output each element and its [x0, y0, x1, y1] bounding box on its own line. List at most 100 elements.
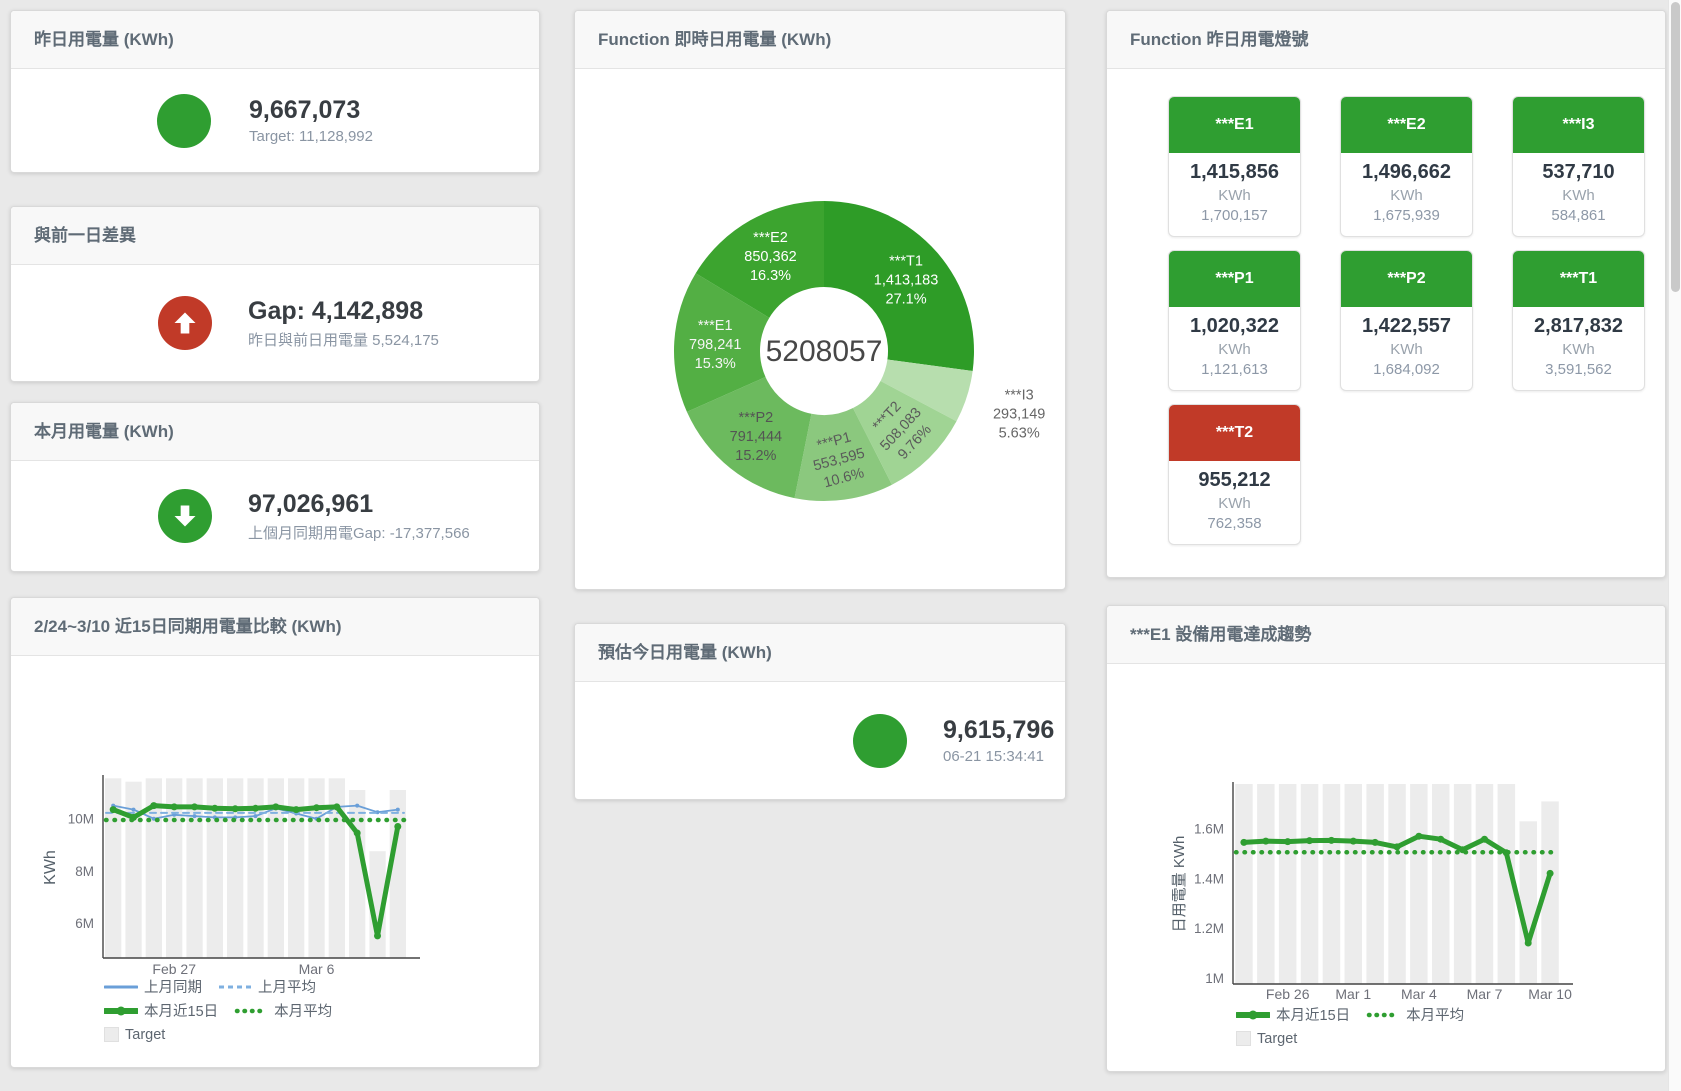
- target-bar: [1476, 784, 1494, 984]
- card-compare-chart: 2/24~3/10 近15日同期用電量比較 (KWh) 6M8M10MFeb 2…: [10, 597, 540, 1068]
- card-estimate-today: 預估今日用電量 (KWh) 9,615,796 06-21 15:34:41: [574, 623, 1066, 800]
- target-bar: [1279, 784, 1297, 984]
- data-point: [1372, 839, 1379, 846]
- tile-value: 1,422,557: [1341, 315, 1472, 338]
- tile-name: ***P2: [1341, 251, 1472, 307]
- vertical-scrollbar-track[interactable]: [1668, 0, 1681, 1091]
- tile-value: 1,496,662: [1341, 161, 1472, 184]
- y-tick-label: 1M: [1205, 971, 1224, 986]
- card-yesterday-title: 昨日用電量 (KWh): [11, 11, 539, 69]
- target-bar: [1345, 784, 1363, 984]
- lights-tile-grid: ***E11,415,856KWh1,700,157***E21,496,662…: [1168, 96, 1645, 545]
- tile-value: 1,020,322: [1169, 315, 1300, 338]
- data-point: [1284, 838, 1291, 845]
- card-yesterday-usage: 昨日用電量 (KWh) 9,667,073 Target: 11,128,992: [10, 10, 540, 173]
- red-status-circle: [158, 296, 212, 350]
- data-point: [354, 830, 361, 837]
- target-bar: [1520, 821, 1538, 984]
- data-point: [132, 808, 136, 812]
- tile-t2: ***T2955,212KWh762,358: [1168, 404, 1301, 545]
- x-tick-label: Feb 26: [1266, 986, 1310, 1002]
- data-point: [191, 803, 198, 810]
- tile-value: 2,817,832: [1513, 315, 1644, 338]
- target-bar: [1323, 784, 1341, 984]
- donut-center-total: 5208057: [766, 335, 883, 368]
- card-month-title: 本月用電量 (KWh): [11, 403, 539, 461]
- data-point: [211, 805, 218, 812]
- data-point: [150, 802, 157, 809]
- estimate-timestamp: 06-21 15:34:41: [943, 748, 1054, 765]
- target-bar: [227, 778, 243, 958]
- legend-item-[interactable]: 本月平均: [234, 1002, 332, 1019]
- legend-label: 上月同期: [144, 976, 202, 997]
- legend-label: Target: [1257, 1031, 1297, 1047]
- legend-label: 上月平均: [258, 976, 316, 997]
- arrow-down-icon: [171, 502, 199, 530]
- data-point: [110, 806, 117, 813]
- green-status-circle-down: [158, 489, 212, 543]
- data-point: [394, 823, 401, 830]
- tile-target: 1,675,939: [1341, 207, 1472, 224]
- legend-item-15[interactable]: 本月近15日: [1236, 1006, 1350, 1023]
- legend-item-[interactable]: 上月同期: [104, 978, 202, 995]
- tile-e2: ***E21,496,662KWh1,675,939: [1340, 96, 1473, 237]
- tile-target: 1,121,613: [1169, 361, 1300, 378]
- data-point: [1415, 833, 1422, 840]
- target-bar: [1410, 784, 1428, 984]
- legend-item-target[interactable]: Target: [104, 1026, 165, 1043]
- y-tick-label: 6M: [75, 916, 94, 931]
- tile-target: 1,700,157: [1169, 207, 1300, 224]
- data-point: [313, 804, 320, 811]
- legend-label: 本月平均: [274, 1000, 332, 1021]
- tile-unit: KWh: [1169, 341, 1300, 358]
- legend-item-[interactable]: 上月平均: [218, 978, 316, 995]
- x-tick-label: Feb 27: [152, 961, 196, 977]
- tile-unit: KWh: [1513, 187, 1644, 204]
- data-point: [254, 814, 258, 818]
- compare-legend: 上月同期 上月平均本月近15日 本月平均 Target: [104, 978, 424, 1050]
- tile-t1: ***T12,817,832KWh3,591,562: [1512, 250, 1645, 391]
- month-value: 97,026,961: [248, 490, 470, 519]
- data-point: [1547, 870, 1554, 877]
- target-bar: [1388, 784, 1406, 984]
- vertical-scrollbar-thumb[interactable]: [1671, 2, 1680, 292]
- gap-value: Gap: 4,142,898: [248, 297, 439, 326]
- month-gap-subtitle: 上個月同期用電Gap: -17,377,566: [248, 522, 470, 543]
- legend-item-15[interactable]: 本月近15日: [104, 1002, 218, 1019]
- data-point: [1481, 836, 1488, 843]
- legend-label: 本月近15日: [1276, 1004, 1350, 1025]
- data-point: [355, 804, 359, 808]
- x-tick-label: Mar 10: [1528, 986, 1572, 1002]
- tile-p2: ***P21,422,557KWh1,684,092: [1340, 250, 1473, 391]
- data-point: [171, 803, 178, 810]
- tile-i3: ***I3537,710KWh584,861: [1512, 96, 1645, 237]
- y-axis-title: 日用電量 KWh: [1171, 836, 1188, 933]
- tile-unit: KWh: [1169, 187, 1300, 204]
- card-gap-title: 與前一日差異: [11, 207, 539, 265]
- legend-item-target[interactable]: Target: [1236, 1030, 1297, 1047]
- data-point: [1306, 837, 1313, 844]
- green-status-circle-estimate: [853, 714, 907, 768]
- data-point: [1240, 839, 1247, 846]
- card-realtime-donut: Function 即時日用電量 (KWh) ***T11,413,18327.1…: [574, 10, 1066, 590]
- tile-name: ***T1: [1513, 251, 1644, 307]
- gap-subtitle: 昨日與前日用電量 5,524,175: [248, 329, 439, 350]
- card-gap-prev-day: 與前一日差異 Gap: 4,142,898 昨日與前日用電量 5,524,175: [10, 206, 540, 382]
- card-donut-title: Function 即時日用電量 (KWh): [575, 11, 1065, 69]
- target-bar: [390, 790, 406, 958]
- tile-p1: ***P11,020,322KWh1,121,613: [1168, 250, 1301, 391]
- realtime-donut-chart: ***T11,413,18327.1%***I3293,1495.63%***T…: [575, 68, 1067, 591]
- data-point: [333, 803, 340, 810]
- legend-item-[interactable]: 本月平均: [1366, 1006, 1464, 1023]
- data-point: [193, 814, 197, 818]
- tile-unit: KWh: [1169, 495, 1300, 512]
- tile-name: ***E2: [1341, 97, 1472, 153]
- yesterday-value: 9,667,073: [249, 96, 373, 125]
- estimate-value: 9,615,796: [943, 716, 1054, 745]
- arrow-up-icon: [171, 309, 199, 337]
- energy-dashboard: 昨日用電量 (KWh) 9,667,073 Target: 11,128,992…: [0, 0, 1681, 1091]
- tile-name: ***T2: [1169, 405, 1300, 461]
- target-bar: [288, 778, 304, 958]
- trend-line-chart: 1M1.2M1.4M1.6MFeb 26Mar 1Mar 4Mar 7Mar 1…: [1107, 663, 1667, 1008]
- data-point: [1350, 838, 1357, 845]
